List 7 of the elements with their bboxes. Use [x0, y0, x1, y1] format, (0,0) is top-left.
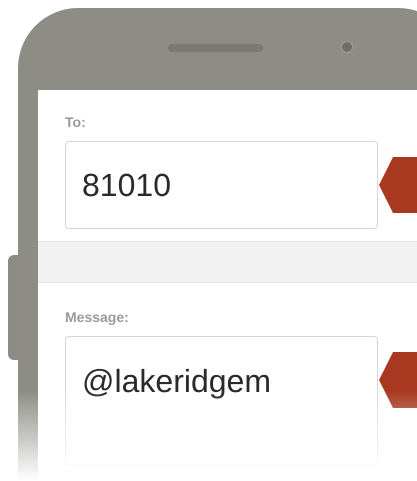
- camera-icon: [341, 41, 353, 53]
- field-label: Message:: [65, 308, 130, 327]
- input-field[interactable]: @lakeridgem: [65, 336, 378, 466]
- arrow-icon: [379, 157, 417, 213]
- arrow-icon: [379, 352, 417, 408]
- field-label: To:: [65, 113, 87, 132]
- input-field[interactable]: 81010: [65, 141, 378, 229]
